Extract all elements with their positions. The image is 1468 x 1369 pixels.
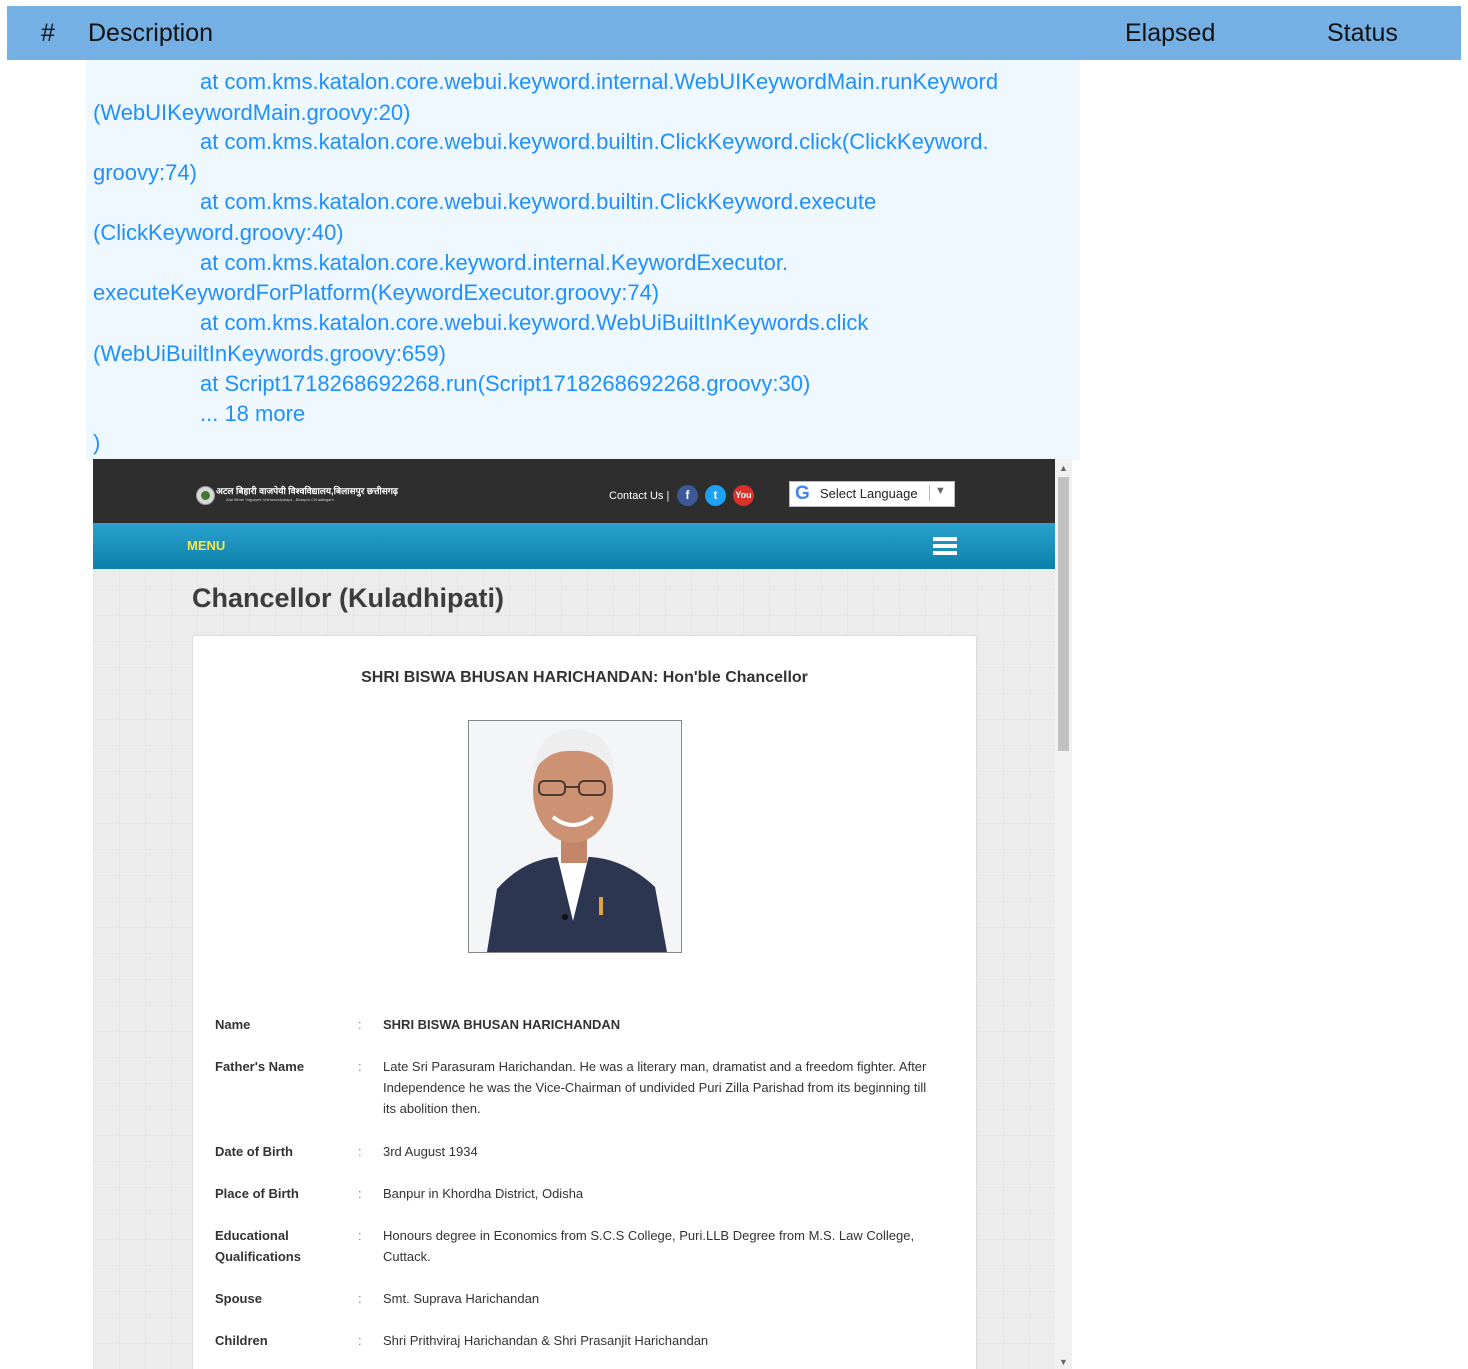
detail-separator: : xyxy=(358,1291,362,1306)
google-icon: G xyxy=(795,483,810,504)
log-line: at com.kms.katalon.core.webui.keyword.bu… xyxy=(200,129,989,154)
stack-trace-log: at com.kms.katalon.core.webui.keyword.in… xyxy=(86,60,1080,460)
log-line: at Script1718268692268.run(Script1718268… xyxy=(200,371,811,396)
detail-label: Father's Name xyxy=(215,1059,305,1074)
chancellor-photo xyxy=(468,720,682,953)
detail-label: Educational Qualifications xyxy=(215,1228,301,1264)
detail-value: Late Sri Parasuram Harichandan. He was a… xyxy=(383,1059,927,1116)
column-header-number: # xyxy=(41,19,55,47)
detail-label: Spouse xyxy=(215,1291,262,1306)
site-topbar: अटल बिहारी वाजपेयी विश्वविद्यालय,बिलासपु… xyxy=(93,459,1055,523)
log-line: at com.kms.katalon.core.webui.keyword.in… xyxy=(200,69,999,94)
detail-label: Name xyxy=(215,1017,251,1032)
menu-label[interactable]: MENU xyxy=(187,538,225,553)
contact-us-link[interactable]: Contact Us | xyxy=(609,490,669,502)
detail-value: Smt. Suprava Harichandan xyxy=(383,1291,540,1306)
detail-value: Shri Prithviraj Harichandan & Shri Prasa… xyxy=(383,1333,709,1348)
detail-value: SHRI BISWA BHUSAN HARICHANDAN xyxy=(383,1017,621,1032)
facebook-icon[interactable]: f xyxy=(677,485,698,506)
log-line: at com.kms.katalon.core.webui.keyword.bu… xyxy=(200,189,877,214)
scroll-thumb[interactable] xyxy=(1058,477,1069,751)
detail-value: 3rd August 1934 xyxy=(383,1144,478,1159)
page-title: Chancellor (Kuladhipati) xyxy=(192,583,505,613)
detail-value: Banpur in Khordha District, Odisha xyxy=(383,1186,584,1201)
detail-separator: : xyxy=(358,1186,362,1201)
log-line: (WebUIKeywordMain.groovy:20) xyxy=(93,100,411,125)
log-line: groovy:74) xyxy=(93,160,197,185)
log-line: (ClickKeyword.groovy:40) xyxy=(93,220,344,245)
twitter-icon[interactable]: t xyxy=(705,485,726,506)
university-logo-icon xyxy=(196,486,215,505)
language-select[interactable]: G Select Language ▼ xyxy=(789,481,955,507)
card-title: SHRI BISWA BHUSAN HARICHANDAN: Hon'ble C… xyxy=(361,669,808,686)
detail-separator: : xyxy=(358,1144,362,1159)
detail-label: Place of Birth xyxy=(215,1186,299,1201)
detail-separator: : xyxy=(358,1059,362,1074)
log-line: (WebUiBuiltInKeywords.groovy:659) xyxy=(93,341,446,366)
detail-separator: : xyxy=(358,1228,362,1243)
embedded-screenshot: अटल बिहारी वाजपेयी विश्वविद्यालय,बिलासपु… xyxy=(93,459,1055,1369)
dropdown-arrow-icon: ▼ xyxy=(935,485,946,497)
log-line: at com.kms.katalon.core.webui.keyword.We… xyxy=(200,310,869,335)
column-header-description: Description xyxy=(88,19,214,47)
detail-label: Date of Birth xyxy=(215,1144,293,1159)
divider xyxy=(929,485,930,501)
youtube-icon[interactable]: You xyxy=(733,485,754,506)
log-line: ... 18 more xyxy=(200,401,306,426)
detail-value: Honours degree in Economics from S.C.S C… xyxy=(383,1228,915,1264)
detail-separator: : xyxy=(358,1333,362,1348)
university-name-english: Atal Bihari Vajpayee Vishwavidyalaya , B… xyxy=(226,497,334,502)
language-select-label: Select Language xyxy=(820,486,918,501)
hamburger-menu-icon[interactable] xyxy=(933,537,957,558)
column-header-elapsed: Elapsed xyxy=(1125,19,1216,47)
column-header-status: Status xyxy=(1327,19,1398,47)
detail-separator: : xyxy=(358,1017,362,1032)
scroll-up-arrow-icon[interactable]: ▲ xyxy=(1059,463,1068,473)
log-line: at com.kms.katalon.core.keyword.internal… xyxy=(200,250,789,275)
embedded-scrollbar[interactable]: ▲ ▼ xyxy=(1055,459,1072,1369)
log-line: executeKeywordForPlatform(KeywordExecuto… xyxy=(93,280,660,305)
report-table-header: # Description Elapsed Status xyxy=(7,6,1461,60)
detail-label: Children xyxy=(215,1333,268,1348)
log-line: ) xyxy=(93,430,101,455)
site-menubar: MENU xyxy=(93,523,1055,569)
scroll-down-arrow-icon[interactable]: ▼ xyxy=(1059,1357,1068,1367)
university-name[interactable]: अटल बिहारी वाजपेयी विश्वविद्यालय,बिलासपु… xyxy=(216,484,398,497)
chancellor-card: SHRI BISWA BHUSAN HARICHANDAN: Hon'ble C… xyxy=(192,635,977,1369)
